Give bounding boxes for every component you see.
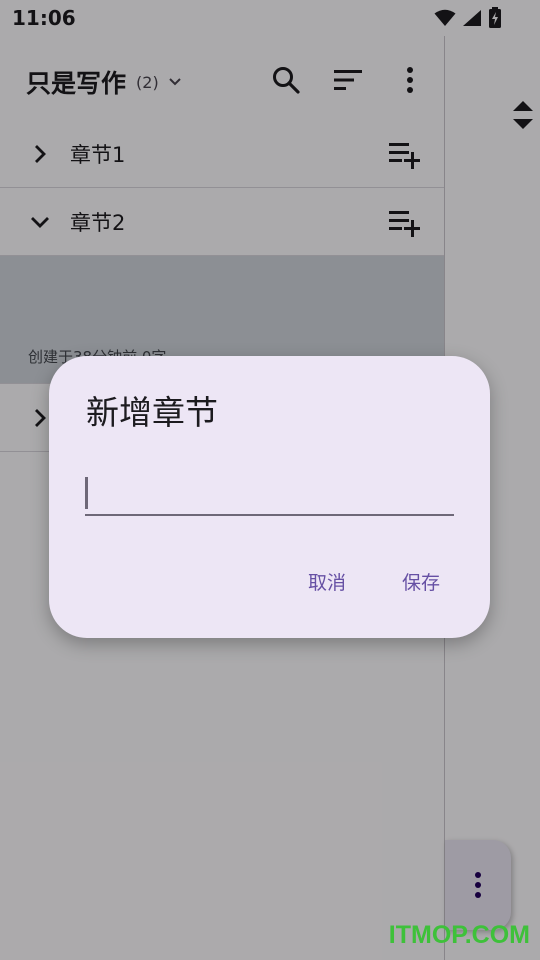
save-button[interactable]: 保存 [402, 568, 440, 595]
chapter-name-field[interactable] [85, 474, 454, 516]
cancel-button[interactable]: 取消 [308, 568, 346, 595]
add-chapter-dialog: 新增章节 取消 保存 [49, 356, 490, 638]
dialog-actions: 取消 保存 [308, 568, 440, 595]
watermark-logo: ITMOP.COM [388, 921, 530, 949]
chapter-name-input[interactable] [85, 474, 454, 514]
dialog-title: 新增章节 [86, 393, 218, 432]
text-caret [85, 477, 88, 509]
